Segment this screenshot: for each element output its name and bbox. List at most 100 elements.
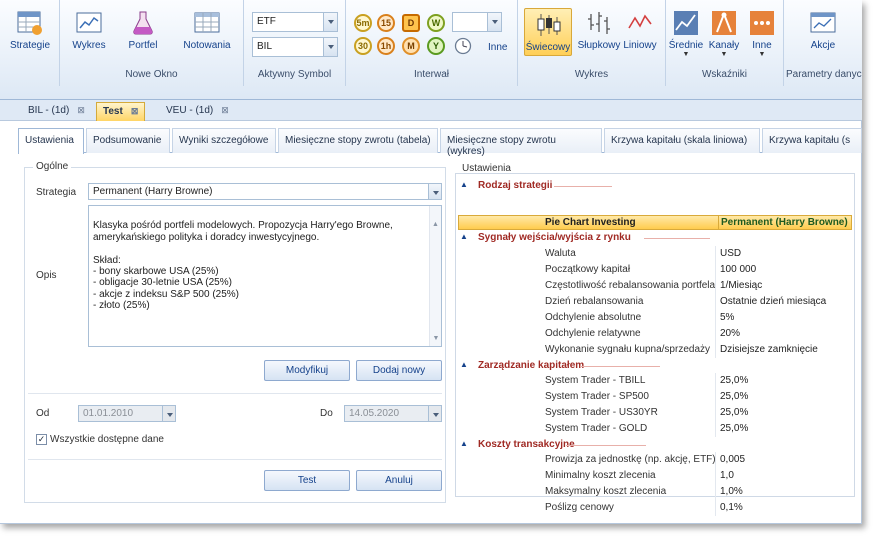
property-value[interactable]: 20%: [720, 328, 740, 339]
collapse-arrow-icon[interactable]: ▲: [460, 439, 468, 448]
inne-indicators-button[interactable]: Inne ▼: [742, 10, 782, 58]
property-key: Waluta: [545, 248, 576, 259]
wykres-window-button[interactable]: Wykres: [62, 10, 116, 51]
category-koszty[interactable]: ▲ Koszty transakcyjne: [456, 437, 854, 453]
wykres-group-label: Wykres: [574, 69, 609, 80]
strategie-button[interactable]: Strategie: [3, 10, 57, 51]
property-row-sygnaly[interactable]: Odchylenie relatywne 20%: [456, 326, 854, 342]
tab-krzywa-log[interactable]: Krzywa kapitału (s: [762, 128, 862, 153]
tab-stopy-wykres[interactable]: Miesięczne stopy zwrotu (wykres): [440, 128, 602, 157]
property-row-zarzadzanie[interactable]: System Trader - US30YR 25,0%: [456, 405, 854, 421]
tab-krzywa-liniowa[interactable]: Krzywa kapitału (skala liniowa): [604, 128, 760, 153]
modyfikuj-button[interactable]: Modyfikuj: [264, 360, 350, 381]
property-value[interactable]: 100 000: [720, 264, 756, 275]
property-row-sygnaly[interactable]: Wykonanie sygnału kupna/sprzedaży Dzisiej…: [456, 342, 854, 358]
tab-ustawienia[interactable]: Ustawienia: [18, 128, 84, 154]
strategia-value: Permanent (Harry Browne): [93, 186, 213, 197]
tab-podsumowanie[interactable]: Podsumowanie: [86, 128, 170, 153]
anuluj-button[interactable]: Anuluj: [356, 470, 442, 491]
property-row-zarzadzanie[interactable]: System Trader - TBILL 25,0%: [456, 373, 854, 389]
collapse-arrow-icon[interactable]: ▲: [460, 360, 468, 369]
interval-inne-label[interactable]: Inne: [488, 42, 507, 53]
property-value[interactable]: 25,0%: [720, 423, 748, 434]
data-window-icon: [810, 10, 836, 36]
interval-m[interactable]: M: [402, 37, 420, 55]
property-row-koszty[interactable]: Minimalny koszt zlecenia 1,0: [456, 468, 854, 484]
property-value[interactable]: 25,0%: [720, 375, 748, 386]
interval-1h[interactable]: 1h: [377, 37, 395, 55]
chevron-down-icon[interactable]: [162, 406, 175, 421]
close-icon[interactable]: ⊠: [77, 105, 85, 115]
property-row-koszty[interactable]: Prowizja za jednostkę (np. akcję, ETF) 0,…: [456, 452, 854, 468]
od-date-select[interactable]: 01.01.2010: [78, 405, 176, 422]
opis-textarea[interactable]: Klasyka pośród portfeli modelowych. Prop…: [88, 205, 442, 347]
property-row-sygnaly[interactable]: Początkowy kapitał 100 000: [456, 262, 854, 278]
category-rodzaj-strategii[interactable]: ▲ Rodzaj strategii: [456, 178, 854, 194]
srednie-button[interactable]: Średnie ▼: [666, 10, 706, 58]
symbol-select[interactable]: BIL: [252, 37, 338, 57]
category-sygnaly[interactable]: ▲ Sygnały wejścia/wyjścia z rynku: [456, 230, 854, 246]
wszystkie-checkbox[interactable]: ✓: [36, 434, 47, 445]
property-row-sygnaly[interactable]: Częstotliwość rebalansowania portfela 1/M…: [456, 278, 854, 294]
property-value[interactable]: 25,0%: [720, 407, 748, 418]
property-value[interactable]: 1,0%: [720, 486, 743, 497]
property-row-sygnaly[interactable]: Odchylenie absolutne 5%: [456, 310, 854, 326]
collapse-arrow-icon[interactable]: ▲: [460, 180, 468, 189]
property-value[interactable]: USD: [720, 248, 741, 259]
property-row-sygnaly[interactable]: Dzień rebalansowania Ostatnie dzień miesi…: [456, 294, 854, 310]
property-value[interactable]: 25,0%: [720, 391, 748, 402]
close-icon[interactable]: ⊠: [131, 106, 139, 116]
notowania-button[interactable]: Notowania: [176, 10, 238, 51]
property-row-sygnaly[interactable]: Waluta USD: [456, 246, 854, 262]
doc-tab-test[interactable]: Test ⊠: [96, 102, 146, 121]
doc-tab-veu[interactable]: VEU - (1d) ⊠: [160, 102, 235, 121]
document-tabs: BIL - (1d) ⊠ Test ⊠ VEU - (1d) ⊠: [0, 100, 862, 121]
property-key: Minimalny koszt zlecenia: [545, 470, 656, 481]
swiecowy-button[interactable]: Świecowy: [524, 8, 572, 56]
symbol-type-select[interactable]: ETF: [252, 12, 338, 32]
collapse-arrow-icon[interactable]: ▲: [460, 232, 468, 241]
property-row-zarzadzanie[interactable]: System Trader - SP500 25,0%: [456, 389, 854, 405]
interval-y[interactable]: Y: [427, 37, 445, 55]
property-value[interactable]: Ostatnie dzień miesiąca: [720, 296, 826, 307]
interval-5m[interactable]: 5m: [354, 14, 372, 32]
interval-w[interactable]: W: [427, 14, 445, 32]
property-value[interactable]: 1/Miesiąc: [720, 280, 762, 291]
property-value[interactable]: 1,0: [720, 470, 734, 481]
strategia-select[interactable]: Permanent (Harry Browne): [88, 183, 442, 200]
property-value[interactable]: Dzisiejsze zamknięcie: [720, 344, 818, 355]
property-row-koszty[interactable]: Maksymalny koszt zlecenia 1,0%: [456, 484, 854, 500]
chevron-down-icon[interactable]: [487, 13, 501, 31]
property-key: Poślizg cenowy: [545, 502, 614, 513]
chevron-down-icon[interactable]: [323, 38, 337, 56]
liniowy-button[interactable]: Liniowy: [616, 10, 664, 51]
chevron-down-icon[interactable]: [428, 406, 441, 421]
test-button[interactable]: Test: [264, 470, 350, 491]
property-value[interactable]: 5%: [720, 312, 734, 323]
portfel-button[interactable]: Portfel: [116, 10, 170, 51]
kanaly-button[interactable]: Kanały ▼: [704, 10, 744, 58]
tab-wyniki-szczegolowe[interactable]: Wyniki szczegółowe: [172, 128, 276, 153]
tab-stopy-tabela[interactable]: Miesięczne stopy zwrotu (tabela): [278, 128, 438, 153]
property-value[interactable]: 0,1%: [720, 502, 743, 513]
interval-15[interactable]: 15: [377, 14, 395, 32]
interval-30[interactable]: 30: [354, 37, 372, 55]
property-row-zarzadzanie[interactable]: System Trader - GOLD 25,0%: [456, 421, 854, 437]
do-date-select[interactable]: 14.05.2020: [344, 405, 442, 422]
property-value[interactable]: 0,005: [720, 454, 745, 465]
scrollbar[interactable]: ▲ ▼: [429, 206, 441, 346]
interval-custom-select[interactable]: [452, 12, 502, 32]
interval-d[interactable]: D: [402, 14, 420, 32]
clock-icon[interactable]: [454, 37, 472, 55]
akcje-button[interactable]: Akcje: [796, 10, 850, 51]
close-icon[interactable]: ⊠: [221, 105, 229, 115]
doc-tab-bil[interactable]: BIL - (1d) ⊠: [22, 102, 91, 121]
chevron-down-icon[interactable]: [323, 13, 337, 31]
wskazniki-group-label: Wskaźniki: [701, 69, 747, 80]
strategy-type-row[interactable]: Pie Chart Investing Permanent (Harry Bro…: [458, 215, 852, 230]
property-key: Odchylenie absolutne: [545, 312, 642, 323]
dodaj-nowy-button[interactable]: Dodaj nowy: [356, 360, 442, 381]
property-row-koszty[interactable]: Poślizg cenowy 0,1%: [456, 500, 854, 516]
category-zarzadzanie[interactable]: ▲ Zarządzanie kapitałem: [456, 358, 854, 374]
chevron-down-icon[interactable]: [428, 184, 441, 199]
